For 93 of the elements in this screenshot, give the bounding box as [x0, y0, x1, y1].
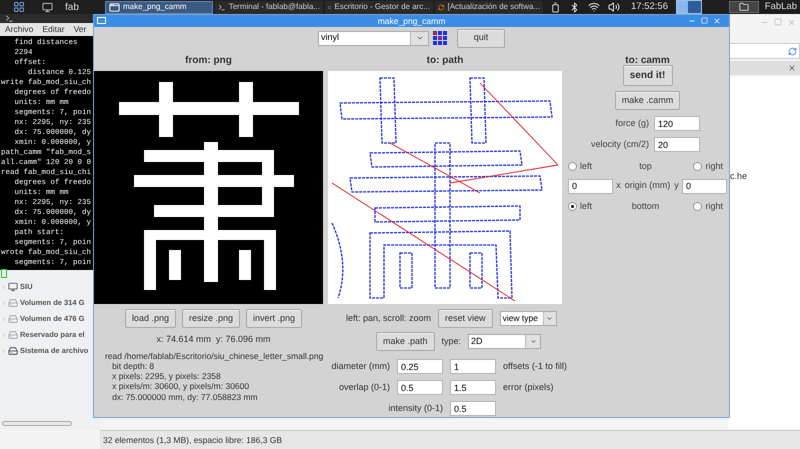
- bluetooth-icon[interactable]: [569, 2, 580, 12]
- view-type-select[interactable]: view type: [500, 311, 557, 326]
- cursor-position: x: 74.614 mm y: 76.096 mm: [155, 333, 272, 346]
- volume-icon[interactable]: [608, 1, 620, 13]
- radio-button[interactable]: [568, 202, 577, 211]
- taskbar-button[interactable]: Escritorio - Gestor de arc...: [325, 0, 433, 14]
- refresh-icon[interactable]: [788, 46, 797, 56]
- window-icon: [97, 17, 106, 24]
- window-title: make_png_camm: [378, 16, 446, 26]
- reset-view-button[interactable]: reset view: [438, 309, 493, 328]
- workspace-switcher[interactable]: [676, 0, 702, 14]
- origin-x-field[interactable]: 0: [568, 178, 613, 194]
- files-button[interactable]: [728, 1, 759, 13]
- status-text: 32 elementos (1,3 MB), espacio libre: 186,3 GB: [103, 434, 282, 446]
- dropdown-icon: [530, 338, 537, 345]
- menu-item[interactable]: Editar: [42, 23, 65, 36]
- number-field[interactable]: 120: [654, 116, 700, 131]
- radio-label: right: [705, 200, 723, 213]
- send-button[interactable]: send it!: [622, 65, 672, 86]
- param-field[interactable]: 0.5: [450, 401, 496, 416]
- menu-item[interactable]: Archivo: [5, 23, 34, 36]
- view-hint: left: pan, scroll: zoom: [346, 312, 432, 325]
- origin-label: origin (mm): [624, 179, 670, 192]
- terminal-icon: [5, 14, 14, 23]
- origin-y-field[interactable]: 0: [682, 178, 727, 194]
- param-label: intensity (0-1): [387, 402, 443, 415]
- param-field[interactable]: 1: [450, 359, 496, 374]
- radio-label: left: [580, 160, 592, 173]
- expander-icon[interactable]: [1, 284, 6, 290]
- section-heading: from: png: [184, 54, 233, 68]
- origin-top-label: top: [638, 160, 653, 173]
- number-field[interactable]: 20: [654, 137, 700, 152]
- battery-icon[interactable]: [550, 2, 561, 12]
- terminal-cursor: [1, 268, 7, 278]
- param-label: diameter (mm): [330, 360, 390, 373]
- expander-icon[interactable]: [1, 332, 6, 338]
- log-line: bit depth: 8: [111, 360, 154, 372]
- file-name[interactable]: c.he: [730, 170, 748, 184]
- param-label: overlap (0-1): [338, 380, 390, 394]
- desktop-icon[interactable]: [42, 2, 53, 12]
- folder-icon: [738, 2, 749, 12]
- log-line: read /home/fablab/Escritorio/siu_chinese_letter_small.png: [105, 350, 323, 361]
- dropdown-icon: [546, 315, 554, 322]
- radio-label: right: [705, 160, 723, 173]
- png-button[interactable]: invert .png: [246, 309, 302, 328]
- menu-icon[interactable]: [13, 1, 25, 13]
- refresh-icon: [438, 2, 444, 12]
- radio-label: left: [580, 200, 592, 212]
- expander-icon[interactable]: [1, 300, 6, 306]
- param-field[interactable]: 1.5: [450, 380, 496, 395]
- axis-label: x: [616, 179, 621, 192]
- radio-button[interactable]: [568, 162, 577, 172]
- origin-bottom-label: bottom: [630, 200, 660, 212]
- radio-button[interactable]: [693, 162, 702, 172]
- taskbar-button[interactable]: make_png_camm: [105, 0, 213, 14]
- taskbar-button[interactable]: [Actualización de softwa...: [435, 0, 543, 14]
- grid-icon: [433, 30, 448, 46]
- param-label: offsets (-1 to fill): [503, 360, 568, 373]
- param-field[interactable]: 0.25: [397, 359, 443, 374]
- media-drive-icon: [8, 282, 18, 292]
- axis-label: y: [674, 179, 679, 192]
- window-icon: [109, 2, 120, 12]
- clock[interactable]: 17:52:56: [631, 0, 668, 14]
- workspace-label: fab: [65, 0, 80, 14]
- radio-button[interactable]: [693, 202, 702, 211]
- scrollbar[interactable]: [2, 421, 72, 426]
- section-heading: to: path: [426, 54, 464, 68]
- close-icon[interactable]: [787, 18, 796, 27]
- expander-icon[interactable]: [1, 348, 6, 354]
- dropdown-icon: [416, 34, 424, 42]
- expander-icon[interactable]: [1, 316, 6, 322]
- maximize-icon[interactable]: [774, 18, 782, 26]
- make-path-button[interactable]: make .path: [376, 332, 435, 351]
- type-select[interactable]: 2D: [468, 334, 542, 349]
- param-field[interactable]: 0.5: [397, 380, 443, 395]
- section-heading: to: camm: [624, 54, 671, 68]
- user-name: FabLab: [764, 0, 797, 14]
- png-button[interactable]: load .png: [124, 309, 176, 328]
- log-line: x pixels/m: 30600, y pixels/m: 30600: [111, 381, 250, 392]
- png-button[interactable]: resize .png: [182, 309, 240, 328]
- material-select[interactable]: vinyl: [318, 30, 429, 46]
- param-label: error (pixels): [503, 380, 555, 394]
- type-label: type:: [442, 334, 462, 348]
- taskbar-button[interactable]: Terminal - fablab@fabla...: [215, 0, 323, 14]
- log-line: dx: 75.000000 mm, dy: 77.058823 mm: [111, 392, 259, 402]
- address-bar[interactable]: [728, 43, 800, 59]
- field-label: force (g): [615, 116, 649, 130]
- menu-item[interactable]: Ver: [74, 23, 86, 36]
- make-camm-button[interactable]: make .camm: [614, 91, 680, 110]
- quit-button[interactable]: quit: [457, 28, 505, 48]
- log-line: x pixels: 2295, y pixels: 2358: [111, 371, 222, 382]
- close-tab-icon[interactable]: [788, 64, 796, 72]
- field-label: velocity (cm/2): [590, 138, 649, 151]
